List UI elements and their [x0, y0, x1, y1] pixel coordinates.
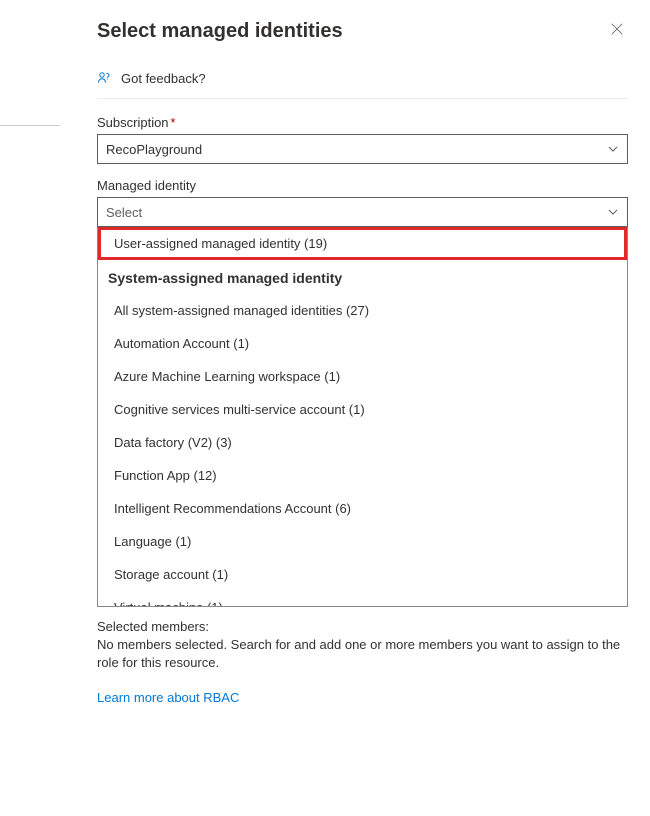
- dropdown-item[interactable]: Virtual machine (1): [98, 591, 627, 607]
- subscription-value: RecoPlayground: [106, 142, 202, 157]
- close-button[interactable]: [606, 18, 628, 44]
- left-divider: [0, 125, 60, 126]
- selected-members-label: Selected members:: [97, 619, 628, 634]
- dropdown-item[interactable]: Storage account (1): [98, 558, 627, 591]
- managed-identity-label: Managed identity: [97, 178, 628, 193]
- panel-header: Select managed identities: [97, 18, 628, 44]
- dropdown-item[interactable]: All system-assigned managed identities (…: [98, 294, 627, 327]
- feedback-icon: [97, 70, 113, 86]
- dropdown-item-user-assigned[interactable]: User-assigned managed identity (19): [98, 227, 627, 260]
- select-identities-panel: Select managed identities Got feedback? …: [85, 0, 650, 705]
- selected-members-section: Selected members: No members selected. S…: [97, 619, 628, 672]
- dropdown-item[interactable]: Intelligent Recommendations Account (6): [98, 492, 627, 525]
- selected-members-text: No members selected. Search for and add …: [97, 636, 628, 672]
- dropdown-item[interactable]: Azure Machine Learning workspace (1): [98, 360, 627, 393]
- chevron-down-icon: [607, 206, 619, 218]
- chevron-down-icon: [607, 143, 619, 155]
- feedback-label: Got feedback?: [121, 71, 206, 86]
- managed-identity-placeholder: Select: [106, 205, 142, 220]
- dropdown-item[interactable]: Data factory (V2) (3): [98, 426, 627, 459]
- dropdown-item[interactable]: Cognitive services multi-service account…: [98, 393, 627, 426]
- panel-title: Select managed identities: [97, 20, 343, 43]
- required-indicator: *: [171, 115, 176, 130]
- feedback-link[interactable]: Got feedback?: [97, 62, 628, 99]
- dropdown-item[interactable]: Language (1): [98, 525, 627, 558]
- learn-more-link[interactable]: Learn more about RBAC: [97, 690, 239, 705]
- subscription-field: Subscription* RecoPlayground: [97, 115, 628, 164]
- close-icon: [610, 22, 624, 36]
- subscription-label-text: Subscription: [97, 115, 169, 130]
- managed-identity-dropdown: User-assigned managed identity (19) Syst…: [97, 227, 628, 607]
- dropdown-item[interactable]: Function App (12): [98, 459, 627, 492]
- managed-identity-select[interactable]: Select: [97, 197, 628, 227]
- dropdown-header-system: System-assigned managed identity: [98, 260, 627, 294]
- dropdown-item[interactable]: Automation Account (1): [98, 327, 627, 360]
- subscription-select[interactable]: RecoPlayground: [97, 134, 628, 164]
- managed-identity-field: Managed identity Select User-assigned ma…: [97, 178, 628, 607]
- subscription-label: Subscription*: [97, 115, 628, 130]
